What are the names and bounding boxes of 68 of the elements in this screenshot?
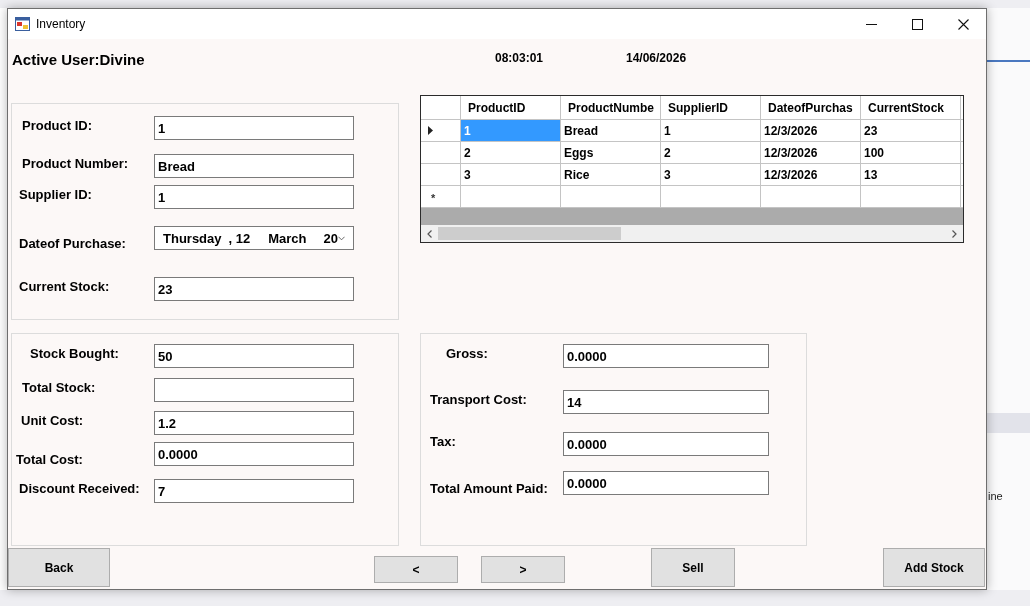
window-title: Inventory (36, 17, 86, 31)
table-cell[interactable]: Bread (561, 120, 661, 142)
panel-text: ine (988, 490, 1003, 503)
text-field[interactable]: 23 (154, 277, 354, 301)
text-field[interactable]: 7 (154, 479, 354, 503)
text-field[interactable]: 0.0000 (154, 442, 354, 466)
text-field[interactable]: 0.0000 (563, 432, 769, 456)
text-field[interactable]: 50 (154, 344, 354, 368)
table-cell[interactable]: Eggs (561, 142, 661, 164)
field-label: Product Number: (22, 156, 129, 171)
close-icon (957, 18, 969, 30)
maximize-icon (911, 18, 923, 30)
field-label: Current Stock: (19, 279, 110, 294)
table-cell[interactable]: 100 (861, 142, 961, 164)
table-cell[interactable]: 3 (461, 164, 561, 186)
table-cell[interactable]: 3 (661, 164, 761, 186)
add-stock-button[interactable]: Add Stock (883, 548, 985, 587)
field-label: Supplier ID: (19, 187, 92, 202)
previous-button[interactable]: < (374, 556, 458, 583)
text-field[interactable] (154, 378, 354, 402)
clock-time: 08:03:01 (495, 51, 544, 66)
column-header[interactable]: ProductNumbe (561, 96, 661, 120)
scrollbar-thumb[interactable] (438, 227, 621, 240)
text-field[interactable]: 1 (154, 185, 354, 209)
table-cell[interactable]: 1 (661, 120, 761, 142)
field-label: Product ID: (22, 118, 93, 133)
field-label: Discount Received: (19, 481, 140, 496)
text-field[interactable]: 14 (563, 390, 769, 414)
table-cell[interactable]: 2 (461, 142, 561, 164)
chevron-left-icon[interactable] (427, 229, 432, 238)
field-label: Transport Cost: (430, 392, 527, 407)
date-picker[interactable]: Thursday , 12 March 20 (154, 226, 354, 250)
table-cell[interactable]: 12/3/2026 (761, 164, 861, 186)
field-label: Unit Cost: (21, 413, 84, 428)
text-field[interactable]: Bread (154, 154, 354, 178)
panel-toolbar (987, 413, 1030, 433)
column-header[interactable]: CurrentStock (861, 96, 961, 120)
field-label: Dateof Purchase: (19, 236, 126, 251)
table-cell[interactable]: 12/3/2026 (761, 120, 861, 142)
chevron-right-icon[interactable] (952, 229, 957, 238)
text-field[interactable]: 0.0000 (563, 344, 769, 368)
back-button[interactable]: Back (8, 548, 110, 587)
table-cell[interactable]: 2 (661, 142, 761, 164)
text-field[interactable]: 1.2 (154, 411, 354, 435)
chevron-down-icon (337, 235, 345, 241)
column-header[interactable]: DateofPurchas (761, 96, 861, 120)
field-label: Total Stock: (22, 380, 96, 395)
sell-button[interactable]: Sell (651, 548, 735, 587)
table-cell[interactable]: 13 (861, 164, 961, 186)
field-label: Total Amount Paid: (430, 481, 548, 496)
table-cell[interactable]: 23 (861, 120, 961, 142)
minimize-icon (865, 23, 877, 25)
next-button[interactable]: > (481, 556, 565, 583)
text-field[interactable]: 0.0000 (563, 471, 769, 495)
horizontal-scrollbar[interactable] (421, 225, 963, 242)
active-user-label: Active User:Divine (12, 51, 145, 69)
field-label: Stock Bought: (30, 346, 119, 361)
column-header[interactable]: SupplierID (661, 96, 761, 120)
app-icon (15, 17, 30, 31)
current-date: 14/06/2026 (626, 51, 687, 66)
table-cell[interactable]: Rice (561, 164, 661, 186)
field-label: Tax: (430, 434, 456, 449)
new-row-marker: * (431, 192, 436, 204)
text-field[interactable]: 1 (154, 116, 354, 140)
table-cell[interactable]: 12/3/2026 (761, 142, 861, 164)
field-label: Total Cost: (16, 452, 83, 467)
right-triangle-icon (428, 126, 433, 135)
field-label: Gross: (446, 346, 488, 361)
